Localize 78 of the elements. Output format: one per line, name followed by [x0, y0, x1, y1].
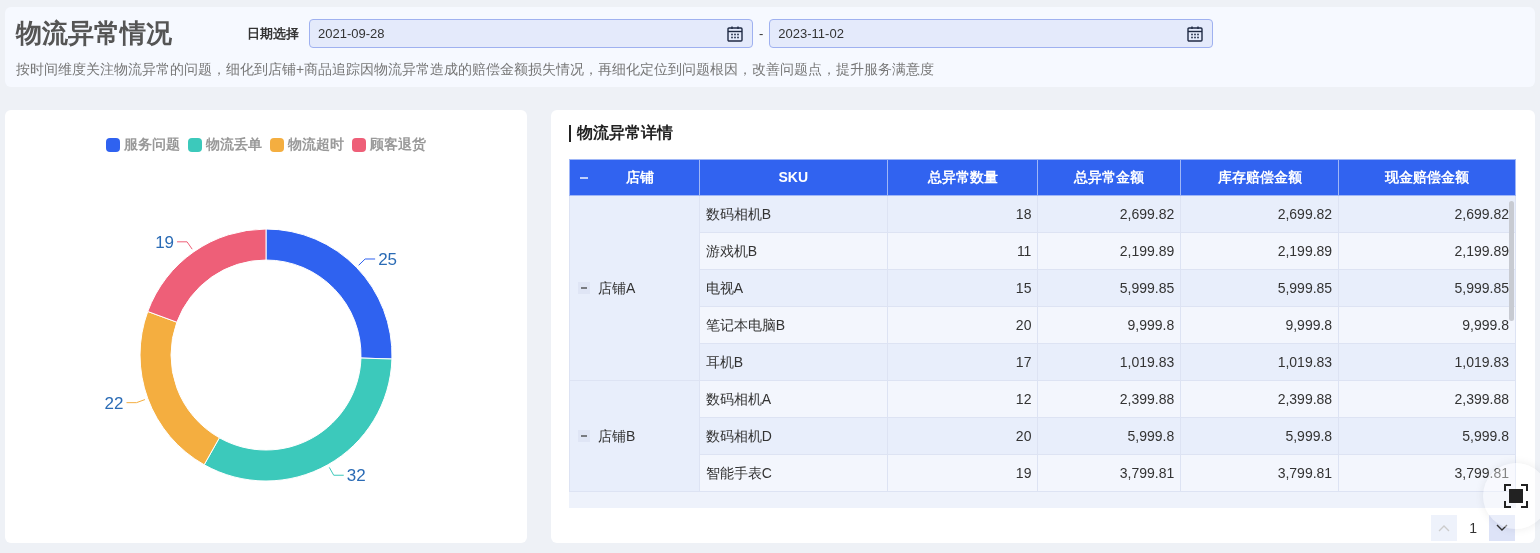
- table-cell: 18: [887, 195, 1038, 233]
- table-cell: 3,799.81: [1037, 454, 1181, 492]
- leader-line: [126, 399, 146, 404]
- fullscreen-icon: [1504, 484, 1528, 508]
- table-cell: 数码相机B: [699, 195, 888, 233]
- table-cell: 5,999.85: [1338, 269, 1516, 307]
- table-cell: 9,999.8: [1338, 306, 1516, 344]
- data-label: 32: [346, 466, 366, 486]
- calendar-icon[interactable]: [726, 24, 744, 43]
- page-title: 物流异常情况: [16, 17, 173, 50]
- leader-line: [358, 258, 376, 266]
- table-cell: 游戏机B: [699, 232, 888, 270]
- table-cell: 2,699.82: [1037, 195, 1181, 233]
- chevron-up-icon: [1438, 524, 1451, 532]
- date-label: 日期选择: [247, 24, 299, 43]
- table-cell: 笔记本电脑B: [699, 306, 888, 344]
- collapse-icon[interactable]: [578, 282, 590, 294]
- table-cell: 1,019.83: [1037, 343, 1181, 381]
- table-cell: 11: [887, 232, 1038, 270]
- column-header[interactable]: 总异常数量: [887, 159, 1038, 196]
- table-cell: 智能手表C: [699, 454, 888, 492]
- table-cell: 20: [887, 417, 1038, 455]
- table-cell: 电视A: [699, 269, 888, 307]
- table-cell: 5,999.8: [1180, 417, 1339, 455]
- table-cell: 2,199.89: [1338, 232, 1516, 270]
- table-cell: 耳机B: [699, 343, 888, 381]
- collapse-icon[interactable]: [578, 430, 590, 442]
- store-cell-text: 店铺B: [598, 426, 636, 446]
- table-cell: 2,699.82: [1180, 195, 1339, 233]
- section-title: 物流异常详情: [577, 123, 673, 143]
- page-number: 1: [1469, 518, 1477, 538]
- table-cell: 5,999.8: [1338, 417, 1516, 455]
- legend-label[interactable]: 物流超时: [288, 134, 344, 155]
- table-cell: 3,799.81: [1338, 454, 1516, 492]
- date-separator: -: [759, 24, 764, 43]
- table-cell: 5,999.8: [1037, 417, 1181, 455]
- legend-label[interactable]: 物流丢单: [206, 134, 262, 155]
- column-header[interactable]: SKU: [699, 159, 888, 196]
- column-header[interactable]: 店铺: [569, 159, 700, 196]
- table-cell: 2,399.88: [1338, 380, 1516, 418]
- table-cell: 数码相机D: [699, 417, 888, 455]
- description: 按时间维度关注物流异常的问题，细化到店铺+商品追踪因物流异常造成的赔偿金额损失情况，再细化定位到问题根因，改善问题点，提升服务满意度: [16, 60, 936, 79]
- table-cell: 12: [887, 380, 1038, 418]
- end-date-field[interactable]: 2023-11-02: [769, 19, 1214, 48]
- column-header[interactable]: 现金赔偿金额: [1338, 159, 1516, 196]
- data-label: 25: [378, 250, 398, 269]
- column-header[interactable]: 总异常金额: [1037, 159, 1181, 196]
- scrollbar[interactable]: [1509, 201, 1514, 321]
- table-cell: 数码相机A: [699, 380, 888, 418]
- table-cell: 1,019.83: [1180, 343, 1339, 381]
- table-cell: 15: [887, 269, 1038, 307]
- leader-line: [328, 466, 345, 476]
- data-label: 19: [155, 232, 175, 252]
- table-cell: 1,019.83: [1338, 343, 1516, 381]
- table-cell: 5,999.85: [1037, 269, 1181, 307]
- table-cell: 5,999.85: [1180, 269, 1339, 307]
- data-label: 22: [104, 393, 124, 413]
- table-cell: 2,199.89: [1180, 232, 1339, 270]
- legend-label[interactable]: 顾客退货: [370, 134, 426, 155]
- legend-label[interactable]: 服务问题: [124, 134, 180, 155]
- start-date-field[interactable]: 2021-09-28: [309, 19, 753, 48]
- calendar-icon[interactable]: [1186, 24, 1205, 43]
- table-cell: 19: [887, 454, 1038, 492]
- column-header[interactable]: 库存赔偿金额: [1180, 159, 1339, 196]
- next-page-button[interactable]: [1489, 515, 1515, 541]
- table-cell: 3,799.81: [1180, 454, 1339, 492]
- table-cell: 9,999.8: [1180, 306, 1339, 344]
- leader-line: [176, 241, 193, 250]
- table-cell: 9,999.8: [1037, 306, 1181, 344]
- store-cell-text: 店铺A: [598, 278, 636, 298]
- table-cell: 2,199.89: [1037, 232, 1181, 270]
- chevron-down-icon: [1496, 524, 1508, 532]
- table-cell: 2,399.88: [1180, 380, 1339, 418]
- table-cell: 2,399.88: [1037, 380, 1181, 418]
- table-cell: 20: [887, 306, 1038, 344]
- table-cell: 2,699.82: [1338, 195, 1516, 233]
- donut-slice[interactable]: [147, 228, 267, 323]
- table-cell: 17: [887, 343, 1038, 381]
